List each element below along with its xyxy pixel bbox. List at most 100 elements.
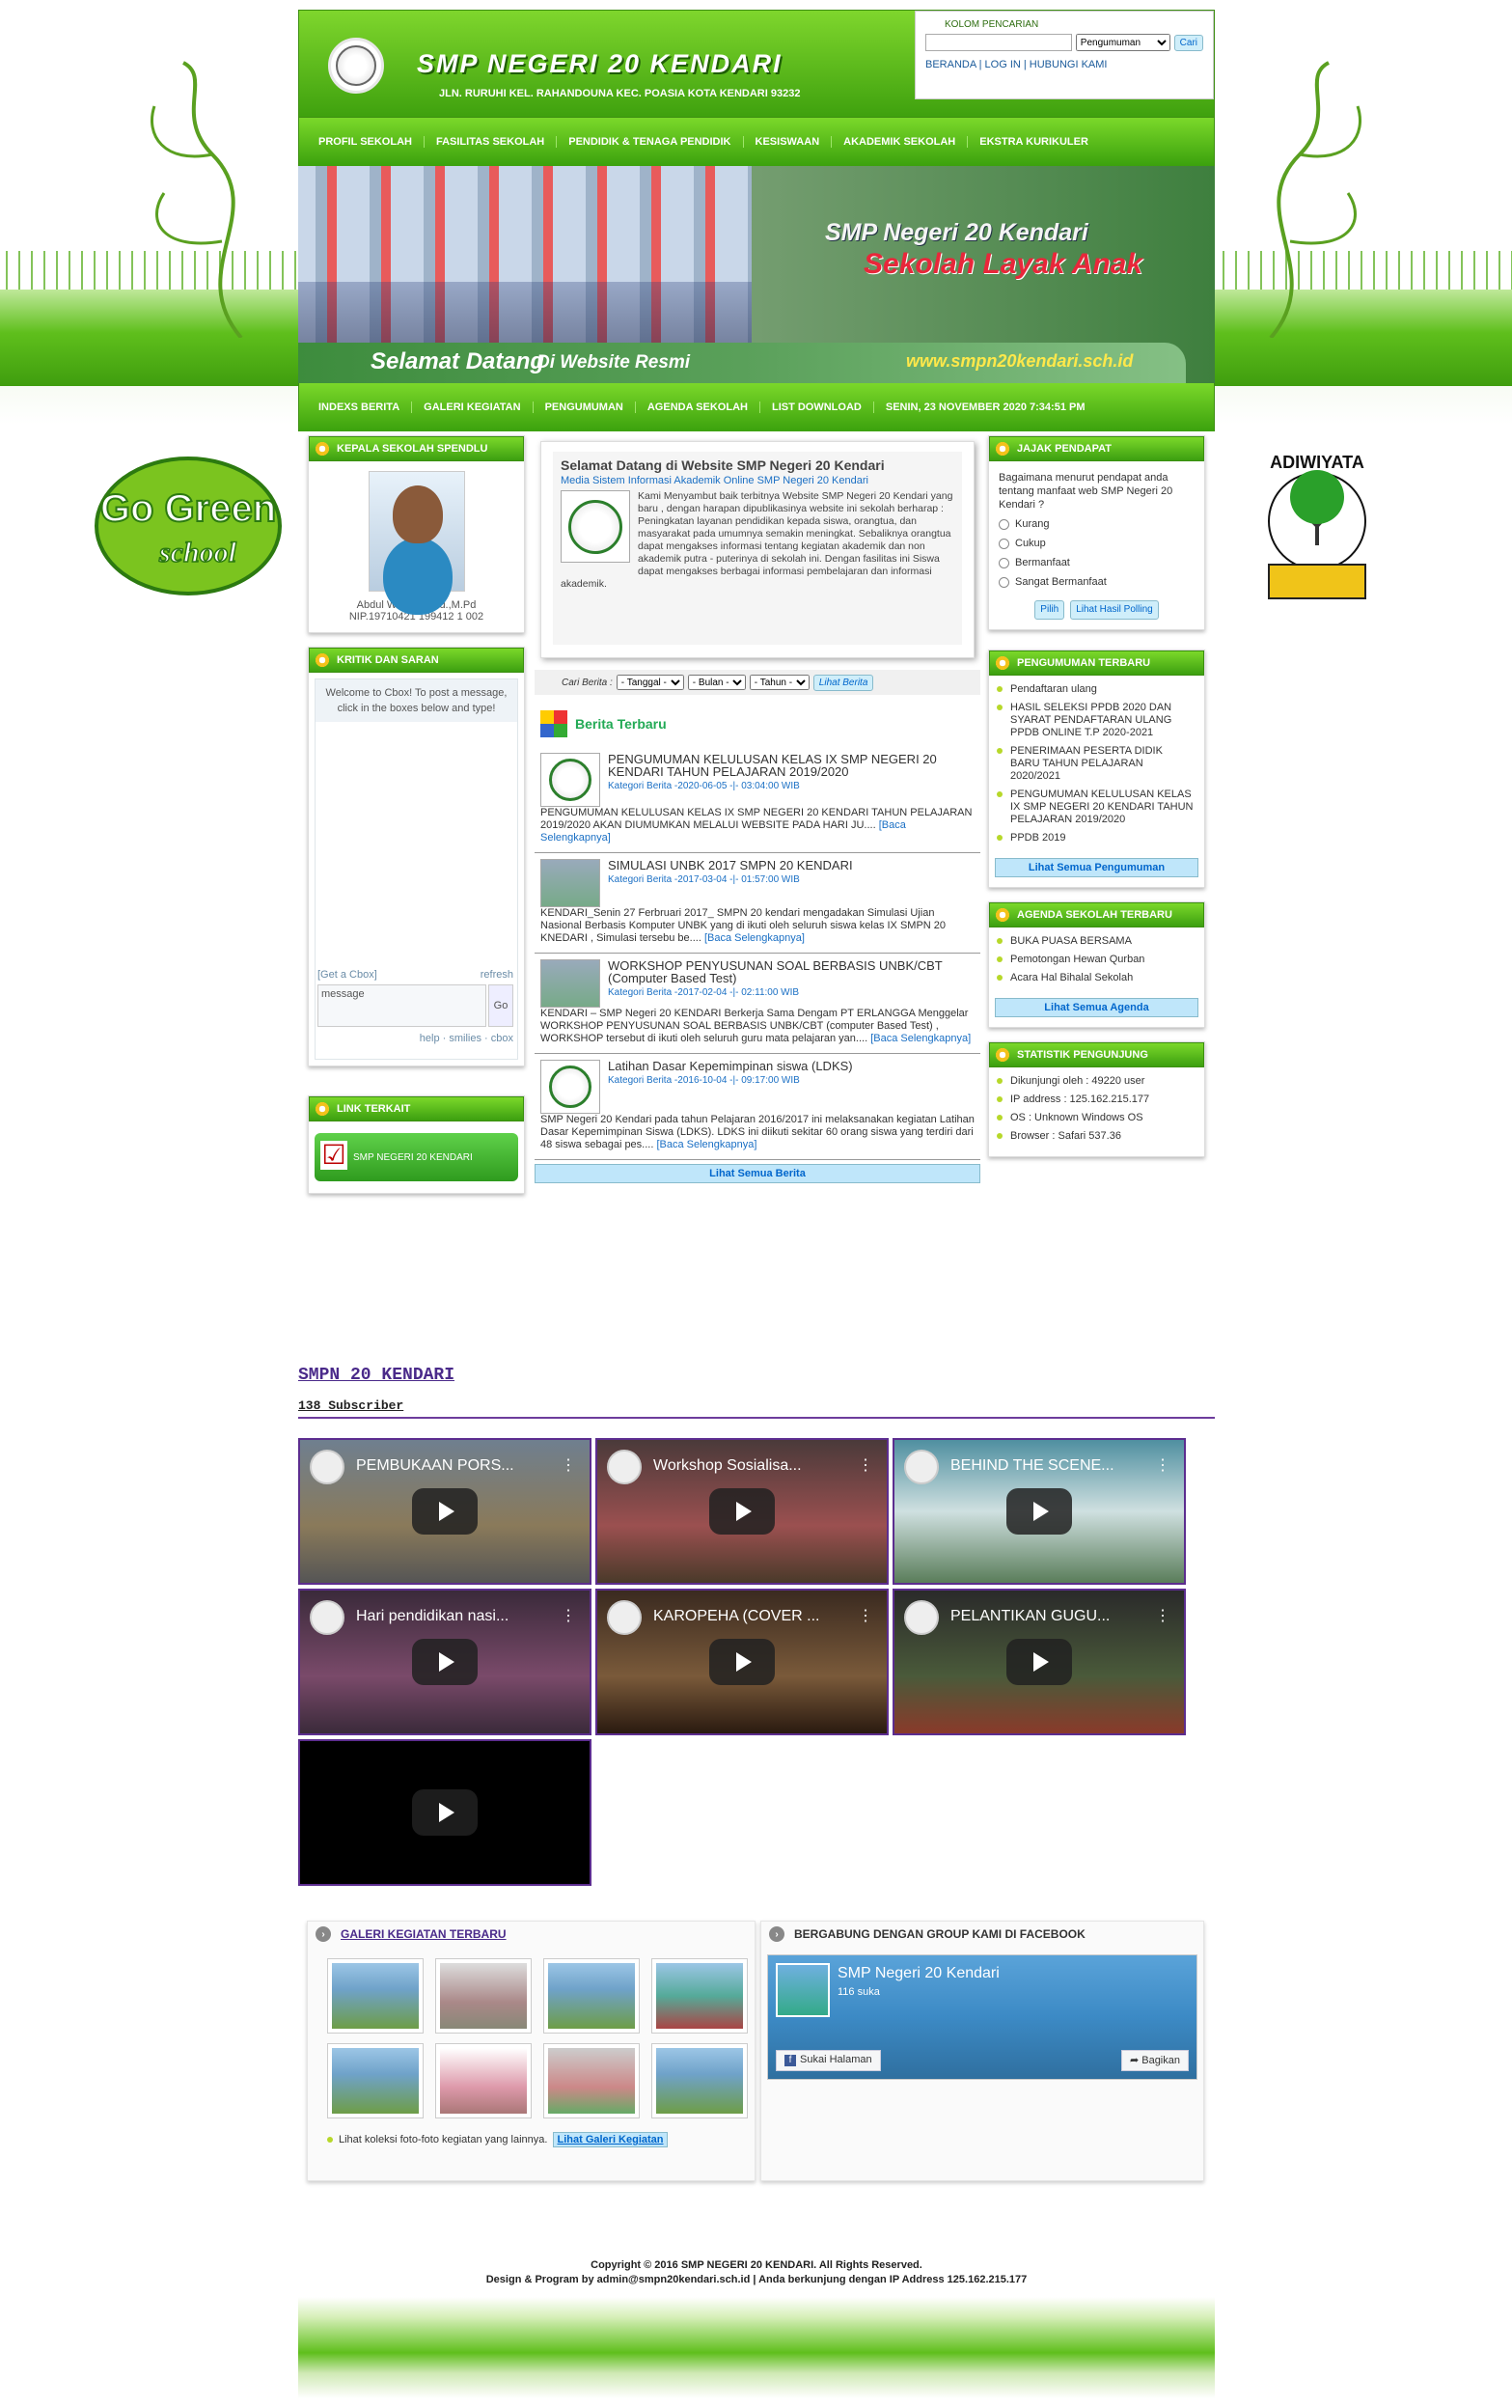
announcement-box: PENGUMUMAN TERBARU Pendaftaran ulang HAS…: [988, 650, 1205, 888]
announcement-item[interactable]: PPDB 2019: [997, 832, 1195, 844]
nav-ekstra[interactable]: EKSTRA KURIKULER: [968, 136, 1100, 148]
poll-results-button[interactable]: Lihat Hasil Polling: [1070, 600, 1159, 620]
gallery-title[interactable]: GALERI KEGIATAN TERBARU: [341, 1927, 507, 1941]
gallery-thumbnail[interactable]: [327, 1958, 424, 2034]
gallery-thumbnail[interactable]: [543, 2043, 640, 2118]
news-title[interactable]: Latihan Dasar Kepemimpinan siswa (LDKS): [540, 1060, 975, 1072]
agenda-item[interactable]: Pemotongan Hewan Qurban: [997, 954, 1195, 966]
poll-option[interactable]: Kurang: [999, 517, 1195, 531]
poll-option[interactable]: Bermanfaat: [999, 556, 1195, 569]
link-sistem-button[interactable]: SMP NEGERI 20 KENDARI: [315, 1133, 518, 1181]
channel-avatar-icon: [904, 1450, 939, 1484]
video-tile[interactable]: [298, 1739, 591, 1886]
cbox-go-button[interactable]: Go: [488, 984, 513, 1027]
video-tile[interactable]: BEHIND THE SCENE... ⋮: [893, 1438, 1186, 1585]
youtube-subscriber-count[interactable]: 138 Subscriber: [298, 1398, 1215, 1413]
header-links[interactable]: BERANDA | LOG IN | HUBUNGI KAMI: [925, 59, 1203, 70]
kritik-title: KRITIK DAN SARAN: [337, 654, 439, 666]
stats-title: STATISTIK PENGUNJUNG: [1017, 1049, 1148, 1061]
nav-pendidik[interactable]: PENDIDIK & TENAGA PENDIDIK: [557, 136, 744, 148]
welcome-title: Selamat Datang di Website SMP Negeri 20 …: [561, 457, 885, 473]
video-tile[interactable]: PELANTIKAN GUGU... ⋮: [893, 1589, 1186, 1735]
news-thumbnail[interactable]: [540, 753, 600, 807]
search-button[interactable]: Cari: [1173, 34, 1203, 51]
announcement-item[interactable]: HASIL SELEKSI PPDB 2020 DAN SYARAT PENDA…: [997, 702, 1195, 739]
read-more-link[interactable]: [Baca Selengkapnya]: [870, 1033, 971, 1044]
search-panel: KOLOM PENCARIAN Pengumuman Cari BERANDA …: [915, 11, 1214, 99]
video-tile[interactable]: KAROPEHA (COVER ... ⋮: [595, 1589, 889, 1735]
bullet-icon: [327, 2137, 333, 2143]
youtube-channel-name[interactable]: SMPN 20 KENDARI: [298, 1366, 1215, 1385]
poll-option[interactable]: Sangat Bermanfaat: [999, 575, 1195, 589]
gallery-thumbnail[interactable]: [327, 2043, 424, 2118]
read-more-link[interactable]: [Baca Selengkapnya]: [704, 932, 805, 944]
video-tile[interactable]: PEMBUKAAN PORS... ⋮: [298, 1438, 591, 1585]
news-title[interactable]: SIMULASI UNBK 2017 SMPN 20 KENDARI: [540, 859, 975, 872]
bulan-select[interactable]: - Bulan -: [687, 675, 746, 690]
news-thumbnail[interactable]: [540, 959, 600, 1008]
search-category-select[interactable]: Pengumuman: [1075, 34, 1170, 51]
video-tile[interactable]: Workshop Sosialisa... ⋮: [595, 1438, 889, 1585]
banner-welcome-sub: Di Website Resmi: [536, 352, 691, 373]
agenda-item[interactable]: Acara Hal Bihalal Sekolah: [997, 972, 1195, 984]
cbox-message-input[interactable]: message: [317, 984, 486, 1027]
facebook-like-button[interactable]: f Sukai Halaman: [776, 2050, 881, 2071]
news-title[interactable]: WORKSHOP PENYUSUNAN SOAL BERBASIS UNBK/C…: [540, 959, 975, 984]
nav-list-download[interactable]: LIST DOWNLOAD: [760, 401, 874, 413]
search-input[interactable]: [925, 34, 1072, 51]
news-thumbnail[interactable]: [540, 859, 600, 907]
more-options-icon: ⋮: [561, 1457, 576, 1474]
gallery-link[interactable]: Lihat Galeri Kegiatan: [553, 2132, 668, 2147]
news-item: WORKSHOP PENYUSUNAN SOAL BERBASIS UNBK/C…: [535, 954, 980, 1054]
vine-decoration-right: [1269, 61, 1361, 338]
footer-grass: [298, 2297, 1215, 2398]
all-announcements-button[interactable]: Lihat Semua Pengumuman: [995, 858, 1198, 877]
cbox-get-link[interactable]: [Get a Cbox]: [317, 969, 377, 981]
all-news-button[interactable]: Lihat Semua Berita: [535, 1164, 980, 1183]
nav-galeri-kegiatan[interactable]: GALERI KEGIATAN: [412, 401, 534, 413]
right-sidebar: JAJAK PENDAPAT Bagaimana menurut pendapa…: [988, 435, 1205, 1169]
announcement-item[interactable]: Pendaftaran ulang: [997, 683, 1195, 696]
facebook-page-name[interactable]: SMP Negeri 20 Kendari: [838, 1965, 1000, 1982]
site-header: SMP NEGERI 20 KENDARI JLN. RURUHI KEL. R…: [298, 10, 1215, 118]
announcement-item[interactable]: PENERIMAAN PESERTA DIDIK BARU TAHUN PELA…: [997, 745, 1195, 783]
nav-agenda-sekolah[interactable]: AGENDA SEKOLAH: [636, 401, 760, 413]
gear-icon: [994, 654, 1011, 672]
school-logo[interactable]: [328, 38, 384, 94]
news-title[interactable]: PENGUMUMAN KELULUSAN KELAS IX SMP NEGERI…: [540, 753, 975, 778]
news-thumbnail[interactable]: [540, 1060, 600, 1114]
secondary-nav: INDEXS BERITA GALERI KEGIATAN PENGUMUMAN…: [298, 383, 1215, 431]
facebook-page-widget[interactable]: SMP Negeri 20 Kendari 116 suka f Sukai Ha…: [767, 1954, 1197, 2080]
read-more-link[interactable]: [Baca Selengkapnya]: [656, 1139, 756, 1150]
nav-akademik[interactable]: AKADEMIK SEKOLAH: [832, 136, 969, 148]
agenda-box: AGENDA SEKOLAH TERBARU BUKA PUASA BERSAM…: [988, 901, 1205, 1028]
svg-text:Go Green: Go Green: [100, 487, 276, 530]
cbox-refresh-link[interactable]: refresh: [481, 969, 513, 981]
svg-text:ADIWIYATA: ADIWIYATA: [1270, 453, 1364, 472]
nav-kesiswaan[interactable]: KESISWAAN: [744, 136, 833, 148]
gallery-thumbnail[interactable]: [435, 1958, 532, 2034]
all-agenda-button[interactable]: Lihat Semua Agenda: [995, 998, 1198, 1017]
poll-option[interactable]: Cukup: [999, 537, 1195, 550]
principal-photo: [368, 471, 465, 592]
nav-pengumuman[interactable]: PENGUMUMAN: [534, 401, 636, 413]
lihat-berita-button[interactable]: Lihat Berita: [812, 674, 874, 691]
tanggal-select[interactable]: - Tanggal -: [616, 675, 684, 690]
banner-subtitle: Sekolah Layak Anak: [864, 248, 1143, 280]
nav-profil-sekolah[interactable]: PROFIL SEKOLAH: [307, 136, 425, 148]
facebook-share-button[interactable]: ➦ Bagikan: [1120, 2050, 1189, 2071]
gallery-thumbnail[interactable]: [543, 1958, 640, 2034]
video-tile[interactable]: Hari pendidikan nasi... ⋮: [298, 1589, 591, 1735]
nav-fasilitas-sekolah[interactable]: FASILITAS SEKOLAH: [425, 136, 558, 148]
news-meta: Kategori Berita -2017-02-04 -|- 02:11:00…: [608, 987, 800, 998]
agenda-item[interactable]: BUKA PUASA BERSAMA: [997, 935, 1195, 948]
announcement-item[interactable]: PENGUMUMAN KELULUSAN KELAS IX SMP NEGERI…: [997, 789, 1195, 826]
tahun-select[interactable]: - Tahun -: [749, 675, 810, 690]
gallery-thumbnail[interactable]: [651, 1958, 748, 2034]
youtube-section: SMPN 20 KENDARI 138 Subscriber PEMBUKAAN…: [298, 1366, 1215, 1892]
gallery-thumbnail[interactable]: [651, 2043, 748, 2118]
cbox-footer-links[interactable]: help · smilies · cbox: [420, 1033, 513, 1044]
poll-submit-button[interactable]: Pilih: [1034, 600, 1065, 620]
nav-indexs-berita[interactable]: INDEXS BERITA: [307, 401, 413, 413]
gallery-thumbnail[interactable]: [435, 2043, 532, 2118]
